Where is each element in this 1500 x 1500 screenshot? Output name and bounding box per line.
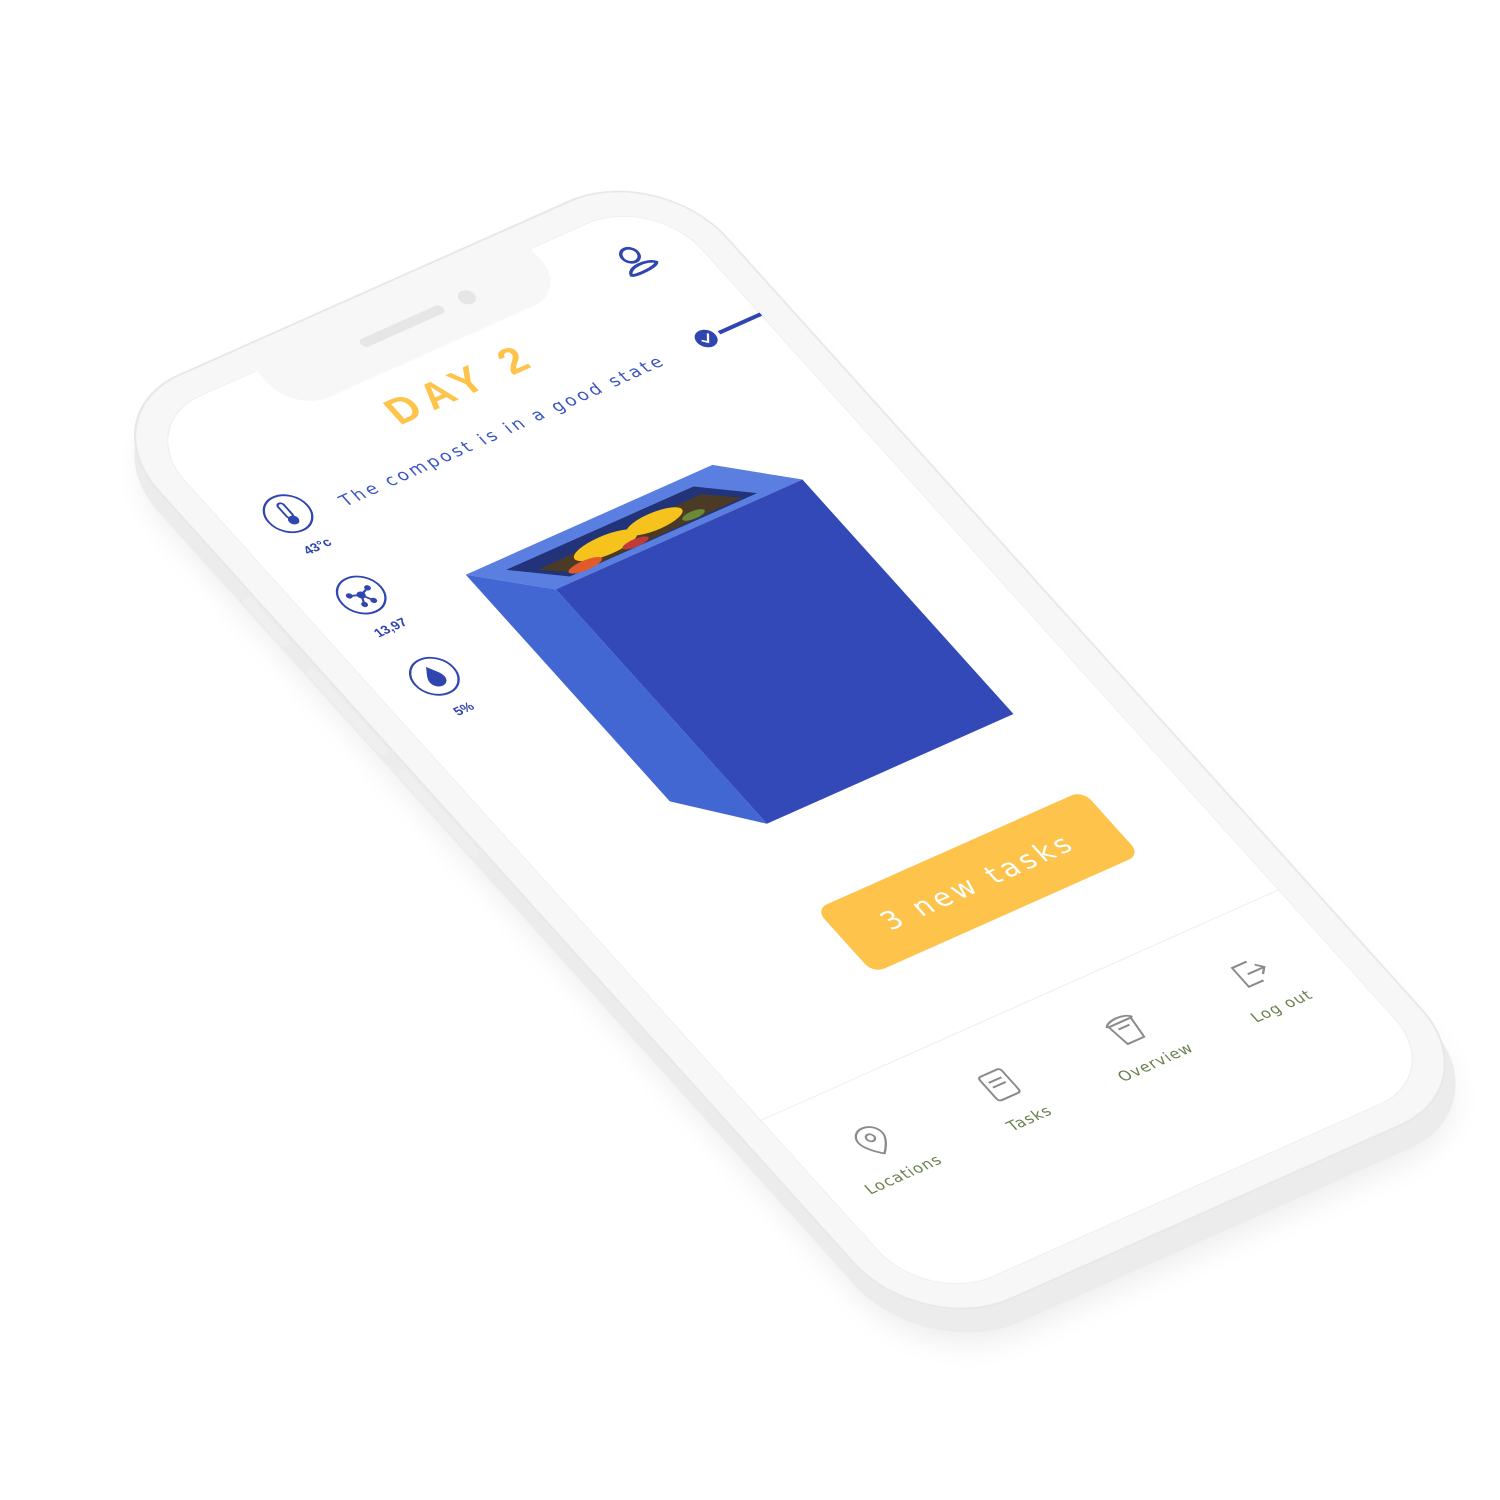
app-screen: DAY 2 The compost is in a good state 43°… — [133, 193, 1447, 1307]
notebook-icon — [978, 1068, 1021, 1102]
nav-item-locations[interactable]: Locations — [804, 1101, 964, 1206]
compost-bin-illustration[interactable] — [383, 401, 1053, 896]
nav-item-tasks[interactable]: Tasks — [930, 1045, 1090, 1150]
phone-speaker — [357, 303, 447, 349]
bin-icon — [1105, 1014, 1146, 1046]
new-tasks-button[interactable]: 3 new tasks — [815, 790, 1141, 974]
phone-camera — [453, 287, 480, 307]
logout-icon — [1230, 960, 1266, 988]
nav-item-logout[interactable]: Log out — [1183, 933, 1343, 1038]
location-pin-icon — [854, 1126, 887, 1155]
phone-mockup: DAY 2 The compost is in a good state 43°… — [91, 162, 1489, 1338]
device-mockup-stage: DAY 2 The compost is in a good state 43°… — [0, 0, 1500, 1500]
phone-frame: DAY 2 The compost is in a good state 43°… — [91, 162, 1489, 1338]
nav-item-overview[interactable]: Overview — [1057, 989, 1217, 1094]
phone-mute-switch — [240, 596, 293, 648]
